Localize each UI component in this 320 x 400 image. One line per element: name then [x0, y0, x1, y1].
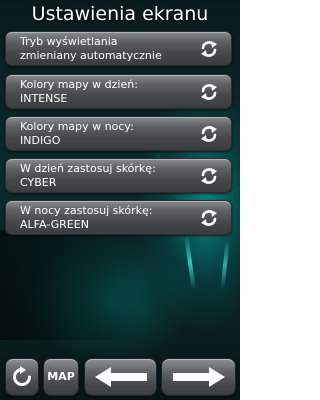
refresh-button[interactable]: [5, 358, 39, 396]
forward-button[interactable]: [161, 358, 236, 396]
setting-label: Kolory mapy w dzień:: [20, 78, 138, 91]
setting-value: ALFA-GREEN: [20, 218, 89, 231]
page-title: Ustawienia ekranu: [31, 3, 209, 25]
arrow-right-icon: [173, 367, 225, 387]
map-button[interactable]: MAP: [43, 358, 79, 396]
cycle-arrows-icon: [201, 41, 217, 57]
setting-night-map-colors[interactable]: Kolory mapy w nocy: INDIGO: [5, 116, 232, 151]
settings-screen: Ustawienia ekranu Tryb wyświetlania zmie…: [0, 0, 240, 400]
setting-value: CYBER: [20, 176, 57, 189]
back-button[interactable]: [84, 358, 157, 396]
cycle-arrows-icon: [201, 210, 217, 226]
background-shadow: [0, 230, 140, 340]
refresh-icon: [13, 366, 31, 386]
setting-label: W dzień zastosuj skórkę:: [20, 162, 156, 175]
background-light-streak: [184, 234, 196, 291]
arrow-left-icon: [95, 367, 147, 387]
setting-value: INTENSE: [20, 92, 68, 105]
setting-label: Tryb wyświetlania zmieniany automatyczni…: [20, 35, 162, 62]
cycle-arrows-icon: [201, 168, 217, 184]
setting-label: W nocy zastosuj skórkę:: [20, 204, 153, 217]
setting-night-skin[interactable]: W nocy zastosuj skórkę: ALFA-GREEN: [5, 200, 232, 235]
cycle-arrows-icon: [201, 126, 217, 142]
setting-day-skin[interactable]: W dzień zastosuj skórkę: CYBER: [5, 158, 232, 193]
setting-value: INDIGO: [20, 134, 61, 147]
background-light-streak: [220, 239, 230, 291]
setting-display-mode[interactable]: Tryb wyświetlania zmieniany automatyczni…: [5, 31, 232, 66]
cycle-arrows-icon: [201, 84, 217, 100]
setting-label: Kolory mapy w nocy:: [20, 120, 134, 133]
setting-day-map-colors[interactable]: Kolory mapy w dzień: INTENSE: [5, 74, 232, 109]
map-button-label: MAP: [47, 370, 75, 383]
